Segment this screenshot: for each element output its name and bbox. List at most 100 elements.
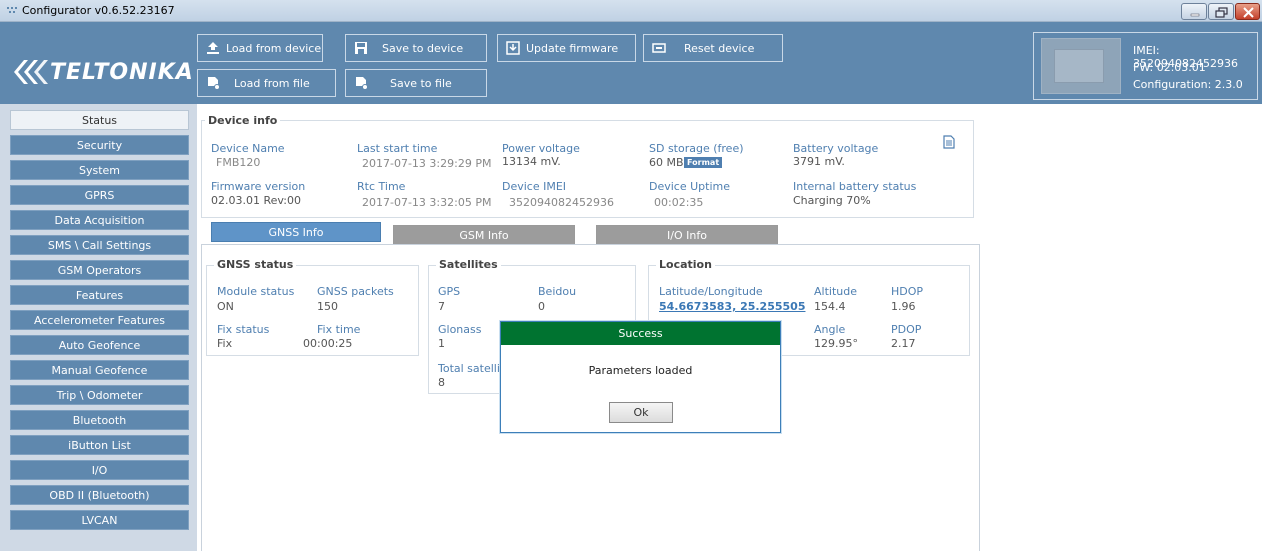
- fix-time-label: Fix time: [317, 323, 361, 336]
- fix-time-value: 00:00:25: [303, 337, 353, 350]
- file-save-icon: [356, 77, 368, 90]
- save-to-device-button[interactable]: Save to device: [345, 34, 487, 62]
- sidebar-item-auto-geofence[interactable]: Auto Geofence: [10, 335, 189, 355]
- tab-gnss-info[interactable]: GNSS Info: [211, 222, 381, 242]
- load-from-file-button[interactable]: Load from file: [197, 69, 336, 97]
- gps-value: 7: [438, 300, 445, 313]
- sd-storage-value: 60 MB: [649, 156, 684, 169]
- ok-button[interactable]: Ok: [609, 402, 673, 423]
- restore-icon: [1215, 7, 1228, 18]
- location-legend: Location: [656, 258, 715, 271]
- app-icon: [7, 7, 17, 13]
- minimize-button[interactable]: [1181, 3, 1207, 20]
- pdop-label: PDOP: [891, 323, 922, 336]
- total-satellites-label: Total satellit: [438, 362, 505, 375]
- total-satellites-value: 8: [438, 376, 445, 389]
- close-icon: [1243, 7, 1254, 18]
- pdop-value: 2.17: [891, 337, 916, 350]
- battery-voltage-label: Battery voltage: [793, 142, 879, 155]
- reset-device-button[interactable]: Reset device: [643, 34, 783, 62]
- hdop-value: 1.96: [891, 300, 916, 313]
- angle-label: Angle: [814, 323, 846, 336]
- gnss-status-legend: GNSS status: [214, 258, 297, 271]
- sidebar-item-security[interactable]: Security: [10, 135, 189, 155]
- hdop-label: HDOP: [891, 285, 924, 298]
- lat-lon-label: Latitude/Longitude: [659, 285, 763, 298]
- load-from-device-button[interactable]: Load from device: [197, 34, 323, 62]
- sidebar-item-lvcan[interactable]: LVCAN: [10, 510, 189, 530]
- gnss-packets-label: GNSS packets: [317, 285, 394, 298]
- save-to-device-label: Save to device: [382, 42, 464, 55]
- sidebar: Status Security System GPRS Data Acquisi…: [0, 104, 192, 551]
- sidebar-item-bluetooth[interactable]: Bluetooth: [10, 410, 189, 430]
- close-button[interactable]: [1235, 3, 1260, 20]
- fix-status-value: Fix: [217, 337, 233, 350]
- reset-icon: [652, 43, 666, 53]
- gnss-packets-value: 150: [317, 300, 338, 313]
- last-start-label: Last start time: [357, 142, 438, 155]
- sidebar-item-accelerometer-features[interactable]: Accelerometer Features: [10, 310, 189, 330]
- sidebar-item-features[interactable]: Features: [10, 285, 189, 305]
- firmware-version-value: 02.03.01 Rev:00: [211, 194, 302, 207]
- dialog-message: Parameters loaded: [588, 364, 693, 377]
- satellites-legend: Satellites: [436, 258, 501, 271]
- glonass-value: 1: [438, 337, 445, 350]
- minimize-icon: [1190, 13, 1200, 17]
- sidebar-item-data-acquisition[interactable]: Data Acquisition: [10, 210, 189, 230]
- update-firmware-button[interactable]: Update firmware: [497, 34, 636, 62]
- document-icon[interactable]: [943, 135, 955, 149]
- logo-mark-icon: [14, 60, 48, 84]
- reset-device-label: Reset device: [684, 42, 755, 55]
- fix-status-label: Fix status: [217, 323, 270, 336]
- sd-storage-label: SD storage (free): [649, 142, 744, 155]
- maximize-button[interactable]: [1208, 3, 1234, 20]
- last-start-value: 2017-07-13 3:29:29 PM: [362, 157, 492, 170]
- altitude-label: Altitude: [814, 285, 857, 298]
- sidebar-item-system[interactable]: System: [10, 160, 189, 180]
- device-imei-label: Device IMEI: [502, 180, 567, 193]
- update-firmware-label: Update firmware: [526, 42, 619, 55]
- module-status-value: ON: [217, 300, 234, 313]
- altitude-value: 154.4: [814, 300, 846, 313]
- success-dialog: Success Parameters loaded Ok: [500, 321, 781, 433]
- window-title: Configurator v0.6.52.23167: [22, 4, 175, 17]
- firmware-version-label: Firmware version: [211, 180, 306, 193]
- power-voltage-label: Power voltage: [502, 142, 580, 155]
- beidou-value: 0: [538, 300, 545, 313]
- format-button[interactable]: Format: [684, 157, 723, 168]
- tab-gsm-info[interactable]: GSM Info: [393, 225, 575, 245]
- tab-io-info[interactable]: I/O Info: [596, 225, 778, 245]
- device-uptime-label: Device Uptime: [649, 180, 731, 193]
- save-to-file-button[interactable]: Save to file: [345, 69, 487, 97]
- file-load-icon: [208, 77, 220, 90]
- lat-lon-link[interactable]: 54.6673583, 25.255505: [659, 300, 805, 313]
- sidebar-item-manual-geofence[interactable]: Manual Geofence: [10, 360, 189, 380]
- sidebar-item-trip-odometer[interactable]: Trip \ Odometer: [10, 385, 189, 405]
- rtc-time-value: 2017-07-13 3:32:05 PM: [362, 196, 492, 209]
- teltonika-logo: TELTONIKA: [10, 52, 195, 92]
- device-configuration-text: Configuration: 2.3.0: [1133, 78, 1243, 91]
- sidebar-item-status[interactable]: Status: [10, 110, 189, 130]
- device-fw-text: FW: 02.03.01: [1133, 61, 1206, 74]
- sidebar-item-gprs[interactable]: GPRS: [10, 185, 189, 205]
- device-image: [1041, 38, 1121, 94]
- device-name-value: FMB120: [216, 156, 261, 169]
- battery-voltage-value: 3791 mV.: [793, 155, 845, 168]
- sidebar-item-sms-call-settings[interactable]: SMS \ Call Settings: [10, 235, 189, 255]
- gps-label: GPS: [438, 285, 461, 298]
- device-imei-value: 352094082452936: [509, 196, 614, 209]
- load-from-device-label: Load from device: [226, 42, 322, 55]
- dialog-title: Success: [501, 322, 780, 345]
- upload-device-icon: [207, 42, 219, 54]
- internal-battery-label: Internal battery status: [793, 180, 917, 193]
- sidebar-item-io[interactable]: I/O: [10, 460, 189, 480]
- device-uptime-value: 00:02:35: [654, 196, 704, 209]
- save-to-file-label: Save to file: [390, 77, 452, 90]
- sidebar-item-ibutton-list[interactable]: iButton List: [10, 435, 189, 455]
- device-name-label: Device Name: [211, 142, 285, 155]
- floppy-icon: [355, 42, 367, 54]
- load-from-file-label: Load from file: [234, 77, 310, 90]
- internal-battery-value: Charging 70%: [793, 194, 871, 207]
- sidebar-item-obd-ii[interactable]: OBD II (Bluetooth): [10, 485, 189, 505]
- sidebar-item-gsm-operators[interactable]: GSM Operators: [10, 260, 189, 280]
